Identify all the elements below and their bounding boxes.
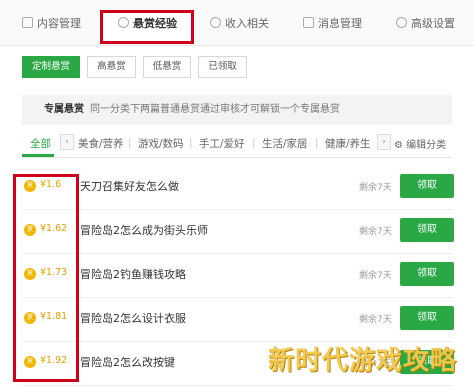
bounty-icon bbox=[118, 17, 129, 28]
remaining-days: 剩余7天 bbox=[359, 271, 392, 281]
category-separator: | bbox=[315, 137, 319, 149]
filter-claimed[interactable]: 已领取 bbox=[198, 56, 247, 78]
bounty-title[interactable]: 冒险岛2怎么成为街头乐师 bbox=[80, 222, 208, 238]
list-item: 赏 ¥1.62 冒险岛2怎么成为街头乐师 剩余7天 领取 bbox=[22, 210, 454, 254]
bounty-title[interactable]: 天刀召集好友怎么做 bbox=[80, 178, 179, 194]
tab-income[interactable]: 收入相关 bbox=[210, 14, 269, 34]
edit-category-button[interactable]: ⚙ 编辑分类 bbox=[394, 136, 446, 151]
filter-group: 定制悬赏 高悬赏 低悬赏 已领取 bbox=[22, 56, 249, 78]
list-item: 赏 ¥1.73 冒险岛2钓鱼赚钱攻略 剩余7天 领取 bbox=[22, 254, 454, 298]
bounty-title[interactable]: 冒险岛2怎么改按键 bbox=[80, 354, 175, 370]
category-separator: | bbox=[128, 137, 132, 149]
banner-title: 专属悬赏 bbox=[44, 104, 84, 115]
category-games[interactable]: 游戏/数码 bbox=[138, 136, 184, 151]
gear-icon bbox=[396, 17, 407, 28]
category-home[interactable]: 生活/家居 bbox=[262, 136, 308, 151]
tab-messages[interactable]: 消息管理 bbox=[303, 14, 362, 34]
category-separator: | bbox=[252, 137, 256, 149]
document-icon bbox=[22, 17, 33, 28]
claim-button[interactable]: 领取 bbox=[400, 262, 454, 286]
remaining-days: 剩余7天 bbox=[359, 183, 392, 193]
category-crafts[interactable]: 手工/爱好 bbox=[199, 136, 245, 151]
coin-icon bbox=[210, 17, 221, 28]
remaining-days: 剩余7天 bbox=[359, 315, 392, 325]
reward-highlight-box bbox=[13, 174, 79, 382]
bounty-title[interactable]: 冒险岛2钓鱼赚钱攻略 bbox=[80, 266, 186, 282]
tab-content-mgmt[interactable]: 内容管理 bbox=[22, 14, 81, 34]
list-item: 赏 ¥1.6 天刀召集好友怎么做 剩余7天 领取 bbox=[22, 166, 454, 210]
chevron-left-icon[interactable]: ‹ bbox=[60, 134, 74, 150]
filter-low[interactable]: 低悬赏 bbox=[142, 56, 192, 78]
category-health[interactable]: 健康/养生 bbox=[325, 136, 371, 151]
category-separator: | bbox=[189, 137, 193, 149]
filter-custom[interactable]: 定制悬赏 bbox=[22, 56, 81, 78]
tab-bounty-exp[interactable]: 悬赏经验 bbox=[118, 14, 177, 34]
filter-high[interactable]: 高悬赏 bbox=[87, 56, 136, 78]
category-tabs: 全部 ‹ 美食/营养 | 游戏/数码 | 手工/爱好 | 生活/家居 | 健康/… bbox=[22, 132, 452, 158]
top-nav: 内容管理 悬赏经验 收入相关 消息管理 高级设置 bbox=[0, 0, 474, 46]
claim-button[interactable]: 领取 bbox=[400, 218, 454, 242]
category-all[interactable]: 全部 bbox=[30, 136, 51, 151]
exclusive-bounty-banner: 专属悬赏 同一分类下两篇普通悬赏通过审核才可解锁一个专属悬赏 bbox=[22, 95, 452, 125]
category-food[interactable]: 美食/营养 bbox=[78, 136, 124, 151]
chevron-right-icon[interactable]: › bbox=[377, 134, 391, 150]
list-item: 赏 ¥1.81 冒险岛2怎么设计衣服 剩余7天 领取 bbox=[22, 298, 454, 342]
category-active-underline bbox=[22, 154, 54, 157]
claim-button[interactable]: 领取 bbox=[400, 306, 454, 330]
mail-icon bbox=[303, 17, 314, 28]
tab-advanced[interactable]: 高级设置 bbox=[396, 14, 455, 34]
claim-button[interactable]: 领取 bbox=[400, 174, 454, 198]
banner-text: 同一分类下两篇普通悬赏通过审核才可解锁一个专属悬赏 bbox=[90, 104, 340, 115]
remaining-days: 剩余7天 bbox=[359, 227, 392, 237]
gear-icon: ⚙ bbox=[394, 140, 403, 151]
bounty-title[interactable]: 冒险岛2怎么设计衣服 bbox=[80, 310, 186, 326]
watermark: 新时代游戏攻略 bbox=[268, 346, 458, 376]
